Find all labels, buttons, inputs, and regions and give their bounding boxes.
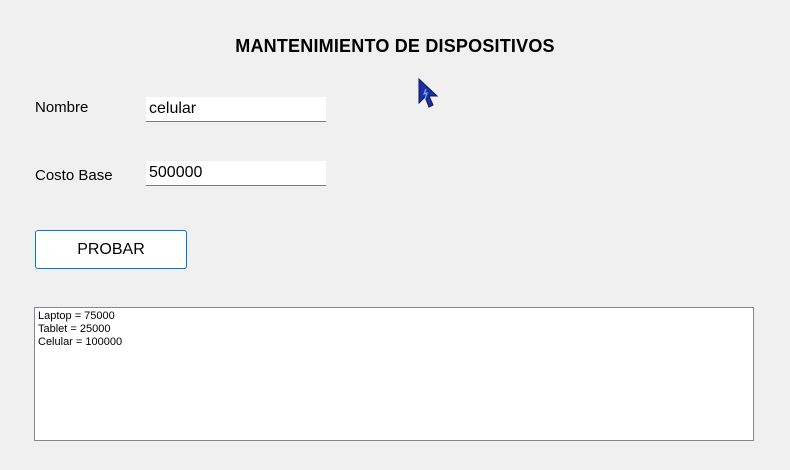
- costo-base-label: Costo Base: [35, 167, 113, 184]
- output-textarea[interactable]: Laptop = 75000 Tablet = 25000 Celular = …: [34, 307, 754, 441]
- output-line: Celular = 100000: [38, 336, 123, 348]
- main-window: MANTENIMIENTO DE DISPOSITIVOS Nombre Cos…: [0, 0, 790, 470]
- costo-base-input[interactable]: [146, 161, 326, 186]
- nombre-input[interactable]: [146, 97, 326, 122]
- output-line: Tablet = 25000: [38, 323, 111, 335]
- probar-button[interactable]: PROBAR: [35, 230, 187, 269]
- output-line: Laptop = 75000: [38, 310, 115, 322]
- form-title: MANTENIMIENTO DE DISPOSITIVOS: [235, 36, 555, 56]
- mouse-pointer-icon: [418, 77, 439, 108]
- nombre-label: Nombre: [35, 99, 89, 116]
